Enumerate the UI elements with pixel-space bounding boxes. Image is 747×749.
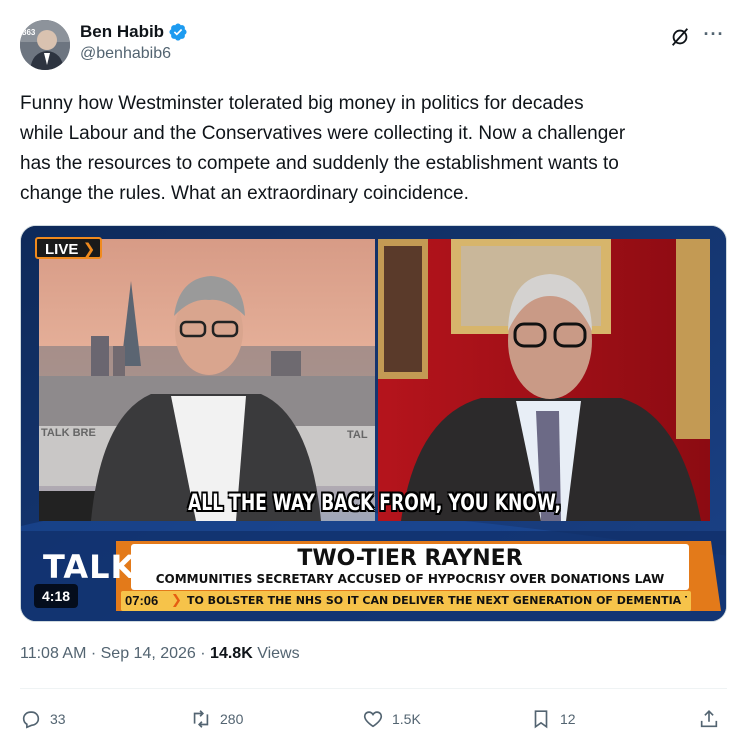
- ticker-arrow-icon: ❯: [171, 592, 182, 607]
- repost-icon: [193, 710, 209, 728]
- live-badge: LIVE ❯: [35, 237, 103, 259]
- repost-button[interactable]: 280: [190, 704, 243, 734]
- ticker-text: TO BOLSTER THE NHS SO IT CAN DELIVER THE…: [187, 594, 687, 607]
- channel-logo: TALK: [43, 548, 137, 586]
- avatar-tag: 863: [22, 28, 36, 37]
- tweet-text: Funny how Westminster tolerated big mone…: [20, 93, 626, 204]
- headline-box: TWO-TIER RAYNER COMMUNITIES SECRETARY AC…: [131, 544, 689, 590]
- author-block: Ben Habib @benhabib6: [80, 22, 188, 63]
- views-label: Views: [252, 645, 300, 662]
- display-name[interactable]: Ben Habib: [80, 22, 164, 42]
- grok-icon[interactable]: [669, 26, 691, 48]
- reply-count: 33: [50, 711, 66, 727]
- like-icon: [363, 711, 383, 728]
- views-count[interactable]: 14.8K: [210, 645, 253, 662]
- timestamp[interactable]: 11:08 AM · Sep 14, 2026 ·: [20, 645, 210, 662]
- like-button[interactable]: 1.5K: [362, 704, 421, 734]
- verified-badge-icon[interactable]: [168, 22, 188, 42]
- reply-icon: [22, 711, 40, 729]
- live-label: LIVE: [45, 241, 79, 258]
- share-button[interactable]: [698, 704, 720, 734]
- video-duration: 4:18: [34, 584, 79, 608]
- live-arrow-icon: ❯: [82, 241, 96, 258]
- avatar[interactable]: 863: [20, 20, 70, 70]
- reply-button[interactable]: 33: [20, 704, 66, 734]
- video-subtitle: ALL THE WAY BACK FROM, YOU KNOW,: [187, 491, 562, 516]
- bookmark-button[interactable]: 12: [530, 704, 576, 734]
- divider: [20, 688, 727, 689]
- action-bar: 33 280 1.5K 12: [20, 704, 727, 734]
- headline: TWO-TIER RAYNER: [297, 546, 523, 571]
- bookmark-icon: [534, 710, 548, 729]
- ticker-time: 07:06: [125, 593, 159, 608]
- handle[interactable]: @benhabib6: [80, 45, 188, 63]
- share-icon: [700, 710, 718, 728]
- like-count: 1.5K: [392, 711, 421, 727]
- more-icon[interactable]: ···: [703, 24, 725, 46]
- studio-wall-text-2: TAL: [347, 429, 368, 441]
- bookmark-count: 12: [560, 711, 576, 727]
- tweet-meta: 11:08 AM · Sep 14, 2026 · 14.8K Views: [20, 645, 300, 663]
- video-player[interactable]: TALK BRE TAL LIVE ❯ ALL THE WAY BACK FRO…: [20, 225, 727, 622]
- subheadline: COMMUNITIES SECRETARY ACCUSED OF HYPOCRI…: [155, 572, 665, 586]
- tweet-header: 863 Ben Habib @benhabib6 ···: [20, 18, 727, 74]
- studio-wall-text: TALK BRE: [41, 427, 96, 439]
- repost-count: 280: [220, 711, 244, 727]
- news-ticker: 07:06 ❯ TO BOLSTER THE NHS SO IT CAN DEL…: [121, 591, 691, 611]
